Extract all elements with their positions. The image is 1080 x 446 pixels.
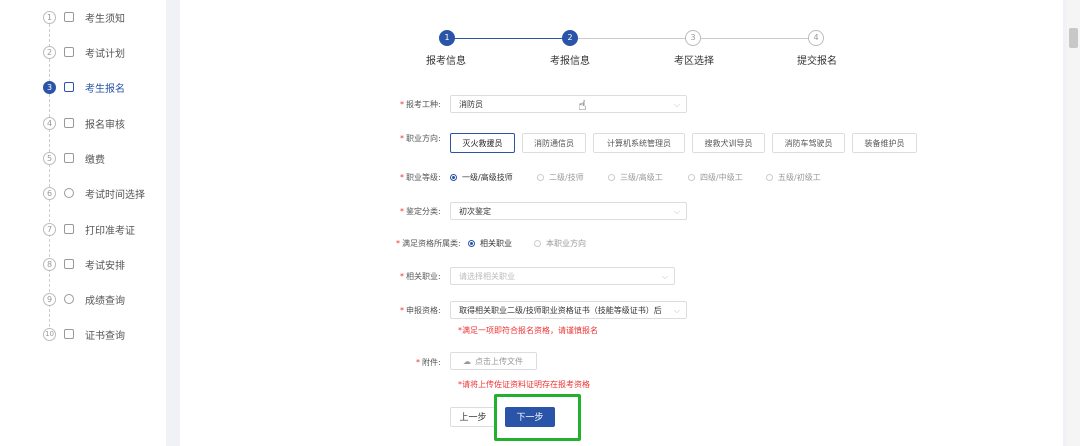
- sidebar-item-registration[interactable]: 3 考生报名: [0, 77, 166, 97]
- wallet-icon: [64, 153, 74, 163]
- search-icon: [64, 294, 74, 304]
- progress-step-4: 4: [808, 30, 824, 46]
- schedule-icon: [64, 259, 74, 269]
- attachment-label: * 附件:: [416, 358, 441, 367]
- highlight-box: [494, 394, 581, 441]
- sidebar-item-label: 证书查询: [85, 330, 125, 342]
- chevron-down-icon: ⌵: [673, 207, 680, 216]
- sidebar-item-arrangement[interactable]: 8 考试安排: [0, 254, 166, 274]
- sidebar-item-certificate-query[interactable]: 10 证书查询: [0, 324, 166, 344]
- main-panel: [180, 0, 1063, 446]
- level-radio-2[interactable]: 二级/技师: [537, 172, 584, 183]
- sidebar-item-label: 考试时间选择: [85, 189, 145, 201]
- apply-qual-hint: *满足一项即符合报名资格，请谨慎报名: [458, 326, 598, 335]
- level-radio-3[interactable]: 三级/高级工: [608, 172, 663, 183]
- step-number: 3: [43, 80, 56, 94]
- step-number: 7: [43, 222, 56, 236]
- sidebar-item-score-query[interactable]: 9 成绩查询: [0, 289, 166, 309]
- related-job-select[interactable]: 请选择相关职业 ⌵: [450, 267, 675, 285]
- sidebar-item-exam-notice[interactable]: 1 考生须知: [0, 7, 166, 27]
- camera-icon: [64, 12, 74, 22]
- step-number: 10: [43, 327, 56, 341]
- sidebar-item-label: 成绩查询: [85, 295, 125, 307]
- direction-option-equipment[interactable]: 装备维护员: [852, 133, 917, 153]
- progress-label-1: 报考信息: [426, 56, 466, 67]
- job-type-value: 消防员: [459, 100, 483, 109]
- scrollbar[interactable]: [1067, 0, 1080, 446]
- attachment-hint: *请将上传佐证资料证明存在报考资格: [458, 380, 590, 389]
- apply-qual-label: * 申报资格:: [400, 306, 441, 315]
- chevron-down-icon: ⌵: [673, 100, 680, 109]
- sidebar-item-label: 报名审核: [85, 119, 125, 131]
- sidebar-item-label: 考试计划: [85, 48, 125, 60]
- sidebar-connector: [49, 24, 50, 332]
- printer-icon: [64, 224, 74, 234]
- upload-button[interactable]: ☁ 点击上传文件: [450, 352, 537, 370]
- calendar-icon: [64, 47, 74, 57]
- sidebar-item-label: 考试安排: [85, 260, 125, 272]
- sidebar-item-label: 打印准考证: [85, 225, 135, 237]
- progress-label-3: 考区选择: [674, 56, 714, 67]
- qualification-radio-related[interactable]: 相关职业: [468, 238, 512, 249]
- category-label: * 鉴定分类:: [400, 207, 441, 216]
- progress-step-1: 1: [439, 30, 455, 46]
- sidebar-item-print-ticket[interactable]: 7 打印准考证: [0, 219, 166, 239]
- qualification-label: * 满足资格所属类:: [396, 239, 461, 248]
- step-number: 9: [43, 292, 56, 306]
- sidebar: 1 考生须知 2 考试计划 3 考生报名 4 报名审核 5 缴费 6 考试时间选…: [0, 0, 166, 446]
- apply-qual-select[interactable]: 取得相关职业二级/技师职业资格证书（技能等级证书）后 ⌵: [450, 301, 687, 319]
- direction-option-dog-trainer[interactable]: 搜救犬训导员: [692, 133, 765, 153]
- step-number: 8: [43, 257, 56, 271]
- apply-qual-value: 取得相关职业二级/技师职业资格证书（技能等级证书）后: [459, 306, 662, 315]
- direction-option-communication[interactable]: 消防通信员: [522, 133, 586, 153]
- related-job-placeholder: 请选择相关职业: [459, 272, 515, 281]
- scrollbar-thumb[interactable]: [1069, 28, 1078, 48]
- prev-step-button[interactable]: 上一步: [450, 407, 496, 427]
- chevron-down-icon: ⌵: [661, 272, 668, 281]
- review-icon: [64, 118, 74, 128]
- category-value: 初次鉴定: [459, 207, 491, 216]
- direction-option-sysadmin[interactable]: 计算机系统管理员: [593, 133, 685, 153]
- sidebar-item-label: 考生须知: [85, 13, 125, 25]
- upload-button-label: 点击上传文件: [475, 357, 523, 366]
- level-radio-4[interactable]: 四级/中级工: [688, 172, 743, 183]
- related-job-label: * 相关职业:: [400, 272, 441, 281]
- clock-icon: [64, 188, 74, 198]
- progress-step-2: 2: [562, 30, 578, 46]
- progress-line-2: [577, 38, 686, 39]
- step-number: 4: [43, 116, 56, 130]
- cloud-upload-icon: ☁: [463, 357, 471, 366]
- chevron-down-icon: ⌵: [673, 306, 680, 315]
- qualification-radio-direction[interactable]: 本职业方向: [534, 238, 586, 249]
- job-type-select[interactable]: 消防员 ⌵: [450, 95, 687, 113]
- job-type-label: * 报考工种:: [400, 100, 441, 109]
- step-number: 6: [43, 186, 56, 200]
- form-icon: [64, 82, 74, 92]
- sidebar-item-review[interactable]: 4 报名审核: [0, 113, 166, 133]
- direction-option-firefighting[interactable]: 灭火救援员: [450, 133, 515, 153]
- progress-line-3: [700, 38, 809, 39]
- category-select[interactable]: 初次鉴定 ⌵: [450, 202, 687, 220]
- direction-label: * 职业方向:: [400, 134, 441, 143]
- progress-label-2: 考报信息: [550, 56, 590, 67]
- direction-option-driver[interactable]: 消防车驾驶员: [772, 133, 845, 153]
- progress-label-4: 提交报名: [797, 56, 837, 67]
- sidebar-item-exam-plan[interactable]: 2 考试计划: [0, 42, 166, 62]
- certificate-icon: [64, 329, 74, 339]
- hand-cursor-icon: ☝: [578, 98, 587, 114]
- sidebar-item-label: 缴费: [85, 154, 105, 166]
- level-radio-5[interactable]: 五级/初级工: [766, 172, 821, 183]
- progress-line-1: [454, 38, 563, 39]
- sidebar-item-label: 考生报名: [85, 83, 125, 95]
- step-number: 2: [43, 45, 56, 59]
- level-label: * 职业等级:: [400, 173, 441, 182]
- sidebar-item-payment[interactable]: 5 缴费: [0, 148, 166, 168]
- step-number: 1: [43, 10, 56, 24]
- step-number: 5: [43, 151, 56, 165]
- progress-step-3: 3: [685, 30, 701, 46]
- sidebar-item-exam-time[interactable]: 6 考试时间选择: [0, 183, 166, 203]
- level-radio-1[interactable]: 一级/高级技师: [450, 172, 513, 183]
